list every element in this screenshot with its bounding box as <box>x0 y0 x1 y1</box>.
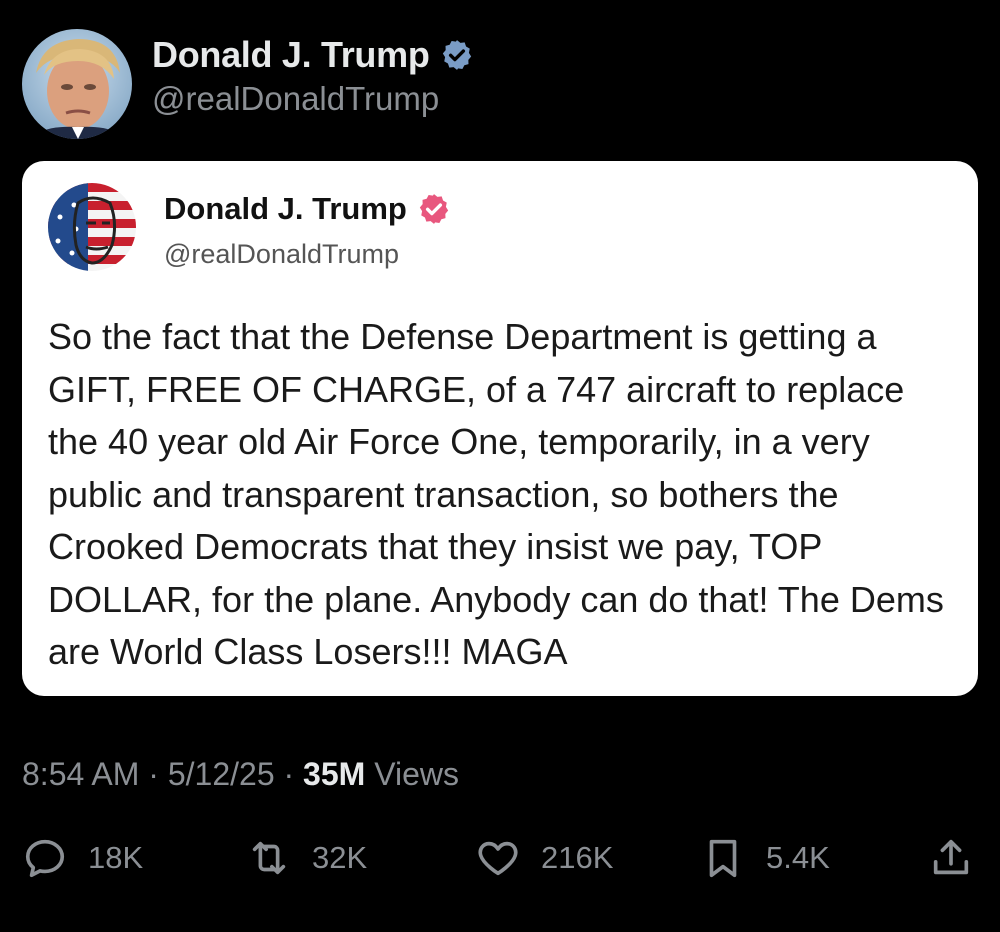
views-label: Views <box>374 756 459 792</box>
like-count: 216K <box>541 840 614 875</box>
reply-count: 18K <box>88 840 144 875</box>
meta-separator: · <box>148 756 159 792</box>
post-time[interactable]: 8:54 AM <box>22 756 139 792</box>
flag-face-avatar-icon <box>48 183 136 271</box>
pink-verified-badge-icon <box>419 194 449 224</box>
quoted-post-card[interactable]: Donald J. Trump @realDonaldTrump So the … <box>22 161 978 696</box>
repost-count: 32K <box>312 840 368 875</box>
quoted-author-name: Donald J. Trump <box>164 191 407 226</box>
verified-badge-icon <box>442 40 471 70</box>
repost-button[interactable]: 32K <box>246 830 367 886</box>
bookmark-count: 5.4K <box>766 840 830 875</box>
author-info: Donald J. Trump @realDonaldTrump <box>152 34 474 118</box>
meta-separator: · <box>283 756 295 792</box>
views-count: 35M <box>303 756 366 792</box>
quoted-author-handle: @realDonaldTrump <box>164 239 399 269</box>
quoted-post-text: So the fact that the Defense Department … <box>48 316 944 672</box>
repost-icon <box>252 841 286 875</box>
like-button[interactable]: 216K <box>475 830 613 886</box>
share-button[interactable] <box>928 830 974 886</box>
post-header: Donald J. Trump @realDonaldTrump <box>22 28 474 140</box>
author-handle[interactable]: @realDonaldTrump <box>152 80 474 118</box>
bookmark-button[interactable]: 5.4K <box>700 830 830 886</box>
bookmark-icon <box>709 839 737 878</box>
reply-icon <box>25 839 65 878</box>
share-icon <box>933 839 969 875</box>
reply-button[interactable]: 18K <box>22 830 143 886</box>
action-bar: 18K 32K 216K 5.4K <box>0 830 1000 886</box>
author-avatar[interactable] <box>22 29 132 139</box>
post-date[interactable]: 5/12/25 <box>168 756 275 792</box>
quoted-author-avatar <box>48 183 136 271</box>
heart-icon <box>478 841 518 876</box>
profile-photo-icon <box>22 29 132 139</box>
post-meta: 8:54 AM · 5/12/25 · 35M Views <box>22 756 459 793</box>
quoted-name-row: Donald J. Trump <box>164 191 451 227</box>
author-name[interactable]: Donald J. Trump <box>152 34 430 76</box>
author-name-row: Donald J. Trump <box>152 34 474 76</box>
